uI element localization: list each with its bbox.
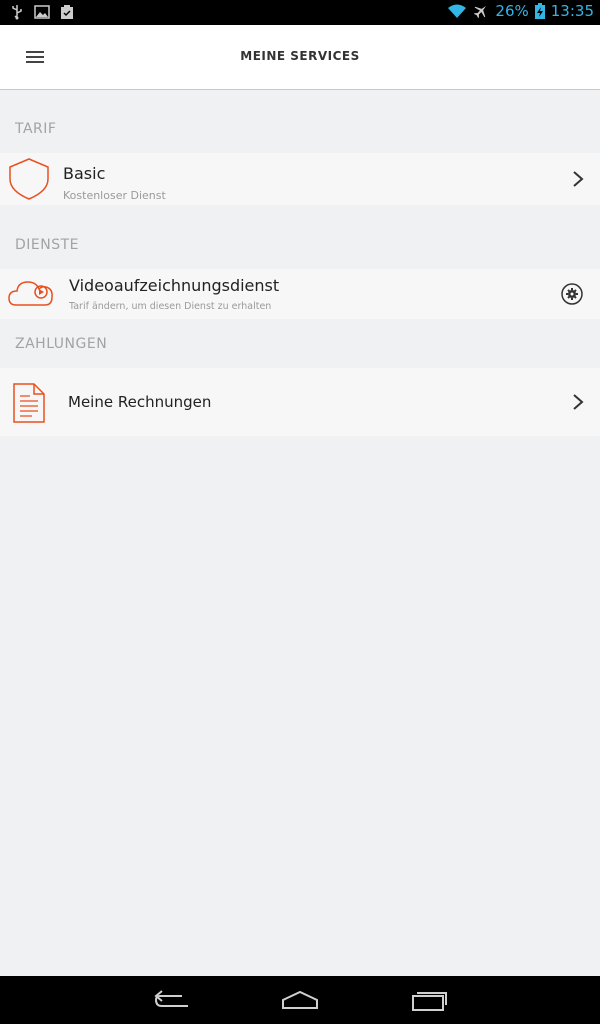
section-header-dienste: DIENSTE	[15, 237, 80, 253]
wifi-icon	[447, 3, 467, 19]
page-title: MEINE SERVICES	[240, 49, 360, 63]
dienst-subtitle: Tarif ändern, um diesen Dienst zu erhalt…	[69, 301, 272, 312]
list-item-meine-rechnungen[interactable]: Meine Rechnungen	[0, 368, 600, 436]
recent-apps-icon[interactable]	[410, 988, 450, 1016]
usb-icon	[10, 4, 24, 20]
home-icon[interactable]	[280, 988, 320, 1016]
status-bar: 26% 13:35	[0, 0, 600, 25]
system-navigation-bar	[0, 976, 600, 1024]
invoice-document-icon	[12, 382, 46, 428]
tarif-title: Basic	[63, 164, 106, 183]
clipboard-icon	[60, 4, 74, 20]
image-icon	[34, 4, 50, 20]
section-header-zahlungen: ZAHLUNGEN	[15, 336, 108, 352]
chevron-right-icon	[572, 393, 584, 415]
chevron-right-icon	[572, 170, 584, 192]
dienst-title: Videoaufzeichnungsdienst	[69, 276, 280, 295]
rechnungen-title: Meine Rechnungen	[68, 393, 212, 411]
cloud-video-icon	[8, 277, 54, 313]
airplane-icon	[473, 3, 489, 19]
clock: 13:35	[550, 2, 594, 20]
tarif-subtitle: Kostenloser Dienst	[63, 189, 166, 202]
settings-gear-icon[interactable]	[561, 283, 583, 309]
list-item-tarif-basic[interactable]: Basic Kostenloser Dienst	[0, 153, 600, 205]
battery-percent: 26%	[495, 2, 529, 20]
list-item-videoaufzeichnungsdienst[interactable]: Videoaufzeichnungsdienst Tarif ändern, u…	[0, 269, 600, 319]
battery-charging-icon	[534, 3, 545, 19]
app-bar: MEINE SERVICES	[0, 25, 600, 90]
shield-icon	[8, 157, 50, 205]
section-header-tarif: TARIF	[15, 121, 57, 137]
back-icon[interactable]	[152, 988, 192, 1016]
